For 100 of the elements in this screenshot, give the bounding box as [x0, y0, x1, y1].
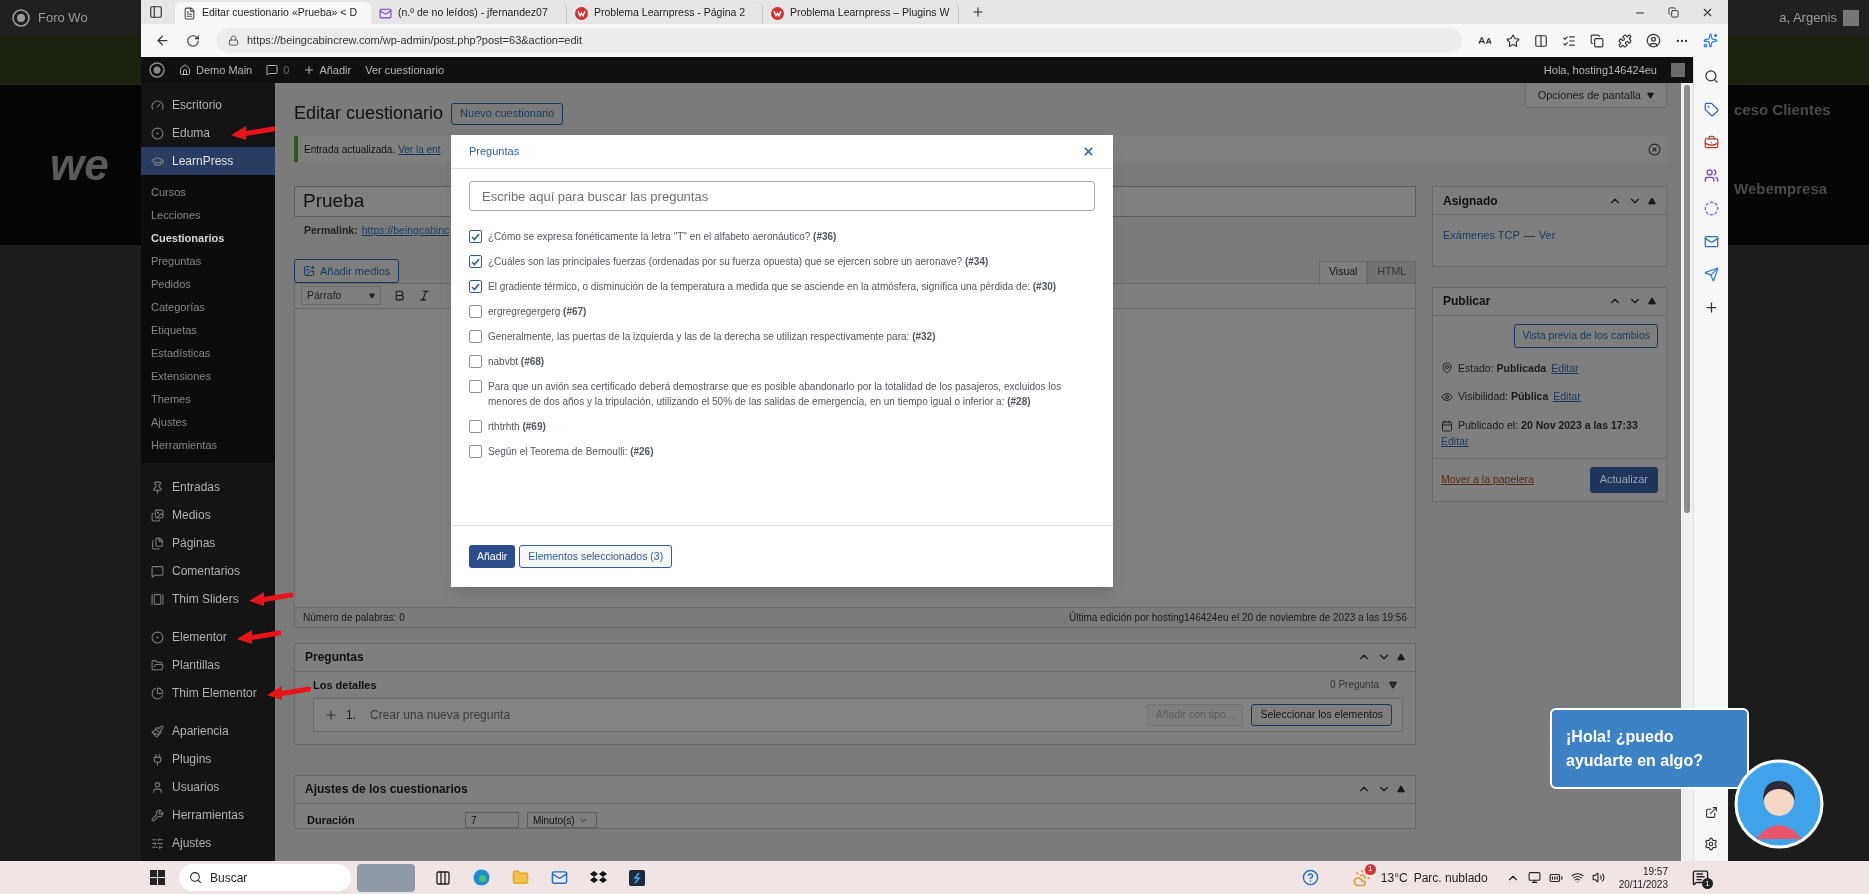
new-tab-icon[interactable] — [971, 5, 985, 19]
windows-logo-icon[interactable] — [150, 870, 165, 885]
browser-logo-icon[interactable] — [473, 869, 490, 886]
question-label[interactable]: ergregregergerg (#67) — [488, 304, 587, 319]
selected-items-button[interactable]: Elementos seleccionados (3) — [519, 545, 673, 568]
settings-icon[interactable] — [1704, 837, 1718, 851]
checkbox[interactable] — [469, 445, 482, 458]
speaker-icon[interactable] — [1591, 871, 1605, 884]
triangle-up-icon[interactable] — [1648, 196, 1656, 205]
new-link[interactable]: Añadir — [303, 61, 352, 79]
add-button[interactable]: Añadir — [469, 545, 516, 568]
address-bar[interactable]: https://beingcabincrew.com/wp-admin/post.php?post=63&action=edit — [216, 28, 1462, 53]
submenu-item[interactable]: Ajustes — [141, 411, 275, 434]
submenu-item[interactable]: Preguntas — [141, 250, 275, 273]
close-icon[interactable] — [1082, 145, 1095, 158]
menu-item[interactable]: Apariencia — [141, 717, 275, 745]
menu-item[interactable]: Usuarios — [141, 773, 275, 801]
chat-avatar-drawing[interactable] — [1734, 759, 1824, 849]
caret-icon[interactable] — [1389, 680, 1397, 689]
puzzle-icon[interactable] — [1618, 33, 1632, 48]
taskbar-search[interactable]: Buscar — [179, 864, 351, 891]
update-button[interactable]: Actualizar — [1589, 466, 1658, 493]
question-label[interactable]: ¿Cuáles son las principales fuerzas (ordenadas por su fuerza opuesta) que se ejercen sobre un aeronave? (#34) — [488, 254, 989, 269]
split-screen-icon[interactable] — [1534, 33, 1548, 48]
checkbox[interactable] — [469, 355, 482, 368]
screen-options-button[interactable]: Opciones de pantalla — [1524, 83, 1667, 108]
checkbox[interactable] — [469, 230, 482, 243]
submenu-item[interactable]: Pedidos — [141, 273, 275, 296]
plus-icon[interactable] — [1703, 300, 1719, 315]
copy-icon[interactable] — [1590, 33, 1604, 48]
tag-icon[interactable] — [1703, 102, 1719, 117]
submenu-item[interactable]: Cuestionarios — [141, 227, 275, 250]
menu-item[interactable]: Plantillas — [141, 651, 275, 679]
submenu-item[interactable]: Themes — [141, 388, 275, 411]
list-icon[interactable] — [1562, 33, 1576, 48]
triangle-up-icon[interactable] — [1648, 297, 1656, 305]
checkbox[interactable] — [469, 305, 482, 318]
unit-select[interactable]: Minuto(s) — [527, 812, 597, 828]
question-label[interactable]: Generalmente, las puertas de la izquierda y las de la derecha se utilizan respectivamente para: (#32) — [488, 329, 936, 344]
question-label[interactable]: Para que un avión sea certificado deberá demostrarse que es posible abandonarlo por la totalidad de los pasajeros, excluidos los menores de dos años y la tripulación, utilizando el 50% de las salidas de emergencia, en un tiempo igual o inferior a: (#28) — [488, 379, 1095, 409]
format-select[interactable]: Párrafo — [301, 286, 381, 306]
notifications-icon[interactable] — [1692, 869, 1709, 886]
menu-item[interactable]: Thim Elementor — [141, 679, 267, 707]
tab-panel-icon[interactable] — [149, 5, 163, 19]
diamond-logo-icon[interactable] — [590, 870, 607, 885]
checkbox[interactable] — [469, 280, 482, 293]
clock[interactable]: 19:57 20/11/2023 — [1618, 864, 1668, 891]
external-link-icon[interactable] — [1704, 806, 1718, 819]
menu-item[interactable]: Plugins — [141, 745, 275, 773]
submenu-item[interactable]: Lecciones — [141, 204, 275, 227]
question-label[interactable]: ¿Cómo se expresa fonéticamente la letra "T" en el alfabeto aeronáutico? (#36) — [488, 229, 837, 244]
question-label[interactable]: nabvbt (#68) — [488, 354, 545, 369]
submenu-item[interactable]: Herramientas — [141, 434, 275, 457]
triangle-up-icon[interactable] — [1397, 653, 1405, 662]
menu-item[interactable]: Eduma — [141, 119, 231, 147]
menu-item[interactable]: Elementor — [141, 623, 237, 651]
task-view-icon[interactable] — [435, 869, 451, 886]
menu-item[interactable]: Escritorio — [141, 91, 275, 119]
menu-item[interactable]: Herramientas — [141, 801, 275, 829]
submenu-item[interactable]: Extensiones — [141, 365, 275, 388]
checkbox[interactable] — [469, 380, 482, 393]
wifi-icon[interactable] — [1570, 871, 1584, 884]
sparkle-icon[interactable] — [1703, 33, 1718, 48]
editor-tab[interactable]: Visual — [1319, 260, 1368, 283]
app-logo-icon[interactable] — [629, 869, 645, 886]
question-label[interactable]: Según el Teorema de Bernoulli: (#26) — [488, 444, 654, 459]
dismiss-icon[interactable] — [1648, 142, 1661, 156]
menu-item[interactable]: Entradas — [141, 473, 275, 501]
menu-item[interactable]: Medios — [141, 501, 275, 529]
submenu-item[interactable]: Estadísticas — [141, 342, 275, 365]
checkbox[interactable] — [469, 330, 482, 343]
dialog-tab[interactable]: Preguntas — [469, 143, 520, 160]
menu-item[interactable]: LearnPress — [141, 147, 275, 175]
submenu-item[interactable]: Cursos — [141, 181, 275, 204]
weather-icon[interactable] — [1352, 868, 1371, 887]
duration-field[interactable]: 7 — [465, 812, 519, 828]
ring-icon[interactable] — [1703, 201, 1719, 216]
menu-item[interactable]: Páginas — [141, 529, 275, 557]
user-avatar-icon[interactable] — [1646, 33, 1661, 48]
submenu-item[interactable]: Etiquetas — [141, 319, 275, 342]
menu-item[interactable]: Thim Sliders — [141, 585, 249, 613]
toolbox-icon[interactable] — [1703, 135, 1719, 150]
paper-plane-icon[interactable] — [1703, 267, 1719, 282]
select-items-button[interactable]: Seleccionar los elementos — [1251, 703, 1392, 726]
menu-item[interactable]: Comentarios — [141, 557, 275, 585]
question-label[interactable]: rthtrhth (#69) — [488, 419, 546, 434]
refresh-icon[interactable] — [186, 33, 200, 48]
people-icon[interactable] — [1703, 168, 1719, 183]
site-link[interactable]: Demo Main — [179, 61, 253, 79]
chat-bubble[interactable]: ¡Hola! ¿puedo ayudarte en algo? — [1550, 708, 1749, 789]
view-link[interactable]: Ver cuestionario — [365, 61, 445, 79]
star-icon[interactable] — [1506, 33, 1520, 48]
greeting-link[interactable]: Hola, hosting146424eu — [1543, 61, 1657, 79]
checkbox[interactable] — [469, 420, 482, 433]
back-icon[interactable] — [155, 33, 170, 48]
monitor-icon[interactable] — [1527, 871, 1541, 884]
mail-icon[interactable] — [1703, 234, 1719, 249]
submenu-item[interactable]: Categorías — [141, 296, 275, 319]
bold-icon[interactable] — [393, 289, 406, 303]
restore-icon[interactable] — [1668, 7, 1679, 18]
